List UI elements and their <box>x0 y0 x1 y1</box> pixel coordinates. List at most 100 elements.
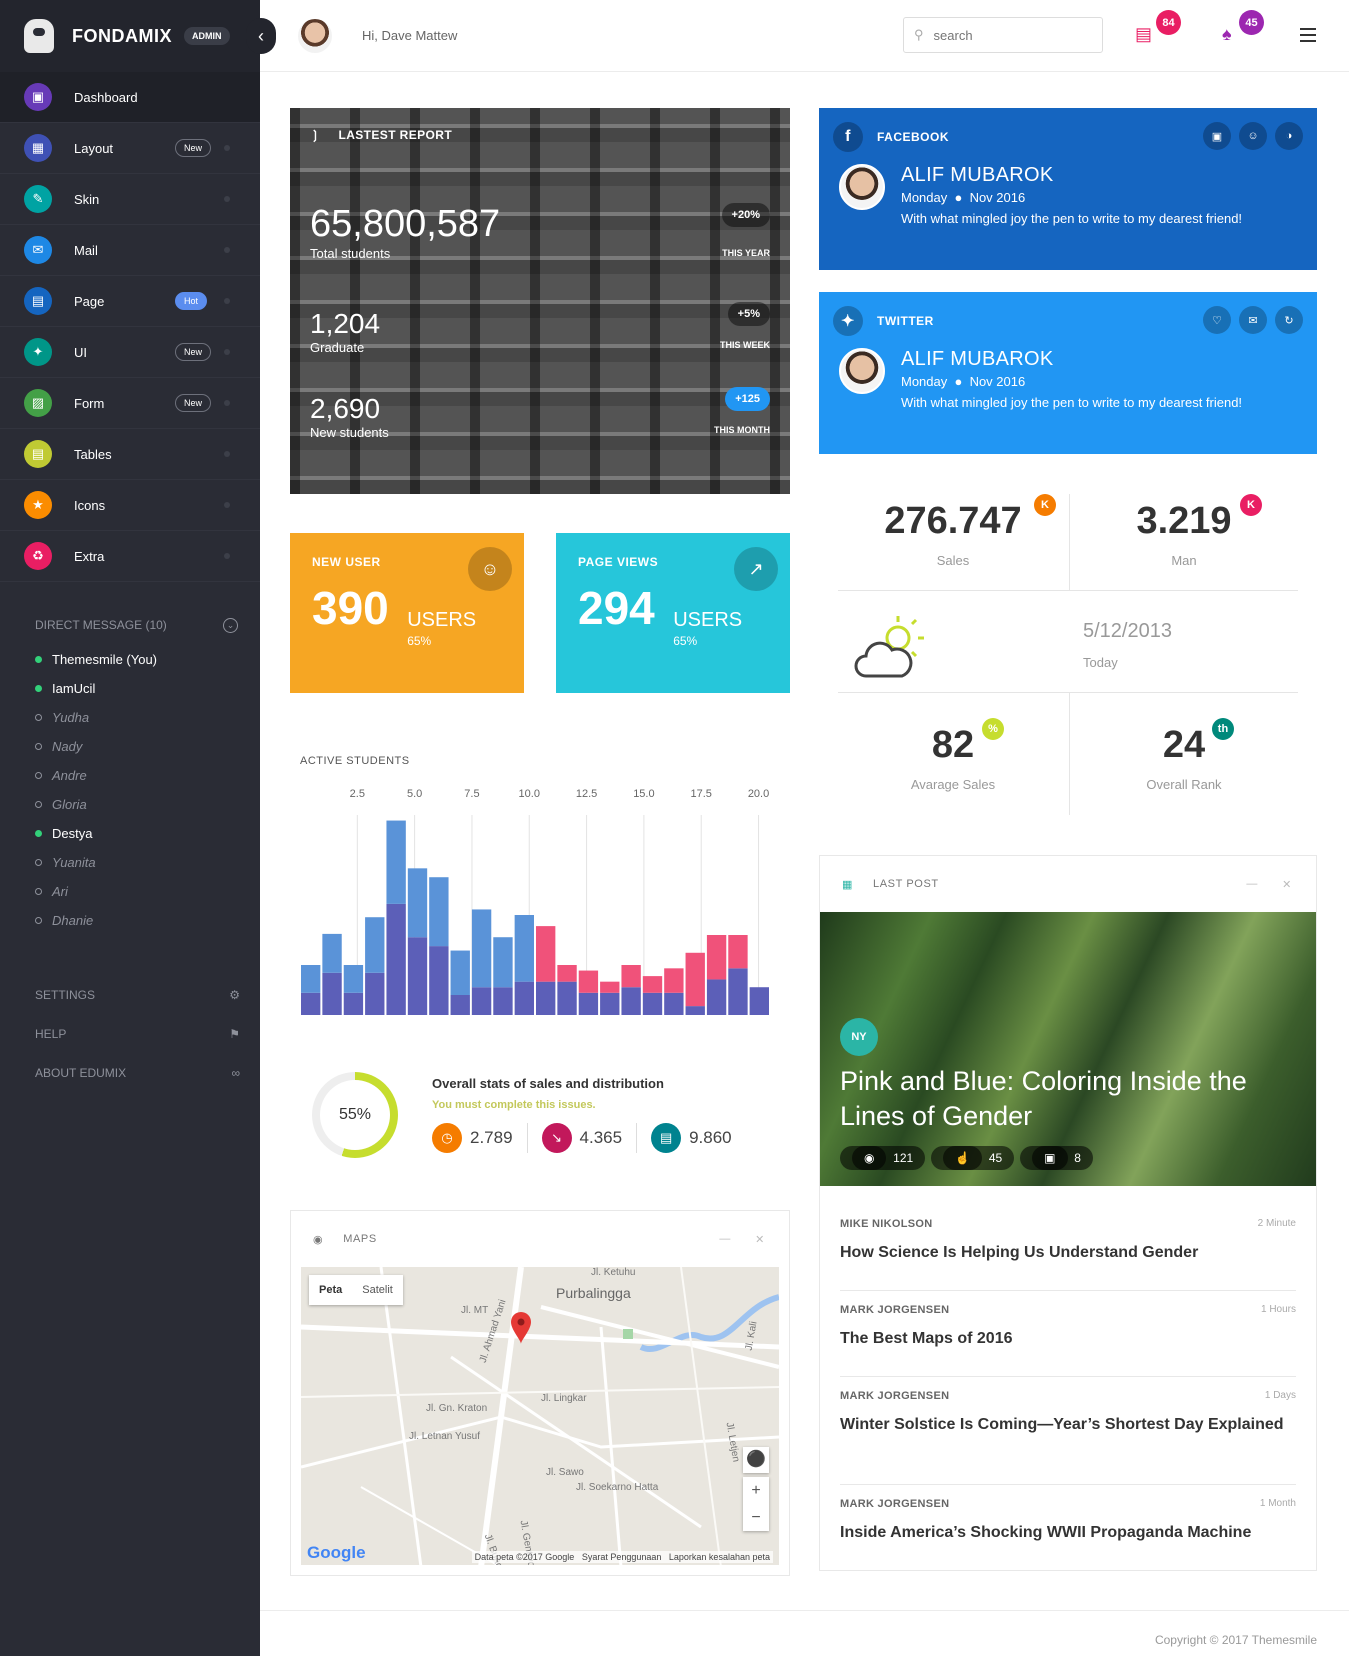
pegman-icon[interactable]: ⚫ <box>743 1447 769 1473</box>
news-title[interactable]: Winter Solstice Is Coming—Year’s Shortes… <box>840 1414 1296 1436</box>
sidebar-item-page[interactable]: ▤ Page Hot <box>0 276 260 327</box>
sidebar-item-layout[interactable]: ▦ Layout New <box>0 123 260 174</box>
search-box[interactable]: ⚲ <box>903 17 1103 53</box>
list-item[interactable]: IamUcil <box>35 674 260 703</box>
chart-bar[interactable] <box>450 995 470 1015</box>
chart-bar[interactable] <box>365 972 385 1015</box>
chart-bar[interactable] <box>301 992 321 1015</box>
sidebar-item-dashboard[interactable]: ▣ Dashboard <box>0 72 260 123</box>
list-item[interactable]: MARK JORGENSEN 1 Month Inside America’s … <box>840 1498 1296 1544</box>
chart-bar[interactable] <box>322 972 342 1015</box>
bell-icon[interactable]: ♠ <box>1222 24 1232 45</box>
menu-toggle-button[interactable] <box>1300 28 1316 46</box>
chart-bar[interactable] <box>343 992 364 1015</box>
chart-bar[interactable] <box>343 965 364 993</box>
chart-bar[interactable] <box>749 987 769 1015</box>
chart-bar[interactable] <box>706 979 727 1015</box>
sidebar-item-form[interactable]: ▨ Form New <box>0 378 260 429</box>
list-item[interactable]: MIKE NIKOLSON 2 Minute How Science Is He… <box>840 1218 1296 1291</box>
chart-bar[interactable] <box>578 970 599 993</box>
globe-icon[interactable]: ◑ <box>1275 122 1303 150</box>
close-icon[interactable]: ✕ <box>1282 878 1292 891</box>
minimize-icon[interactable]: — <box>1246 878 1258 890</box>
chart-bar[interactable] <box>301 965 321 993</box>
chart-bar[interactable] <box>429 946 449 1015</box>
news-title[interactable]: Inside America’s Shocking WWII Propagand… <box>840 1522 1296 1544</box>
chart-bar[interactable] <box>429 877 449 947</box>
list-item[interactable]: Themesmile (You) <box>35 645 260 674</box>
chart-bar[interactable] <box>471 909 492 988</box>
chart-bar[interactable] <box>386 820 406 904</box>
list-item[interactable]: Nady <box>35 732 260 761</box>
retweet-icon[interactable]: ↻ <box>1275 306 1303 334</box>
chart-bar[interactable] <box>642 976 663 993</box>
chart-bar[interactable] <box>557 981 577 1015</box>
list-item[interactable]: Ari <box>35 877 260 906</box>
map-report-link[interactable]: Laporkan kesalahan peta <box>669 1552 770 1562</box>
chart-bar[interactable] <box>600 981 620 993</box>
list-item[interactable]: MARK JORGENSEN 1 Hours The Best Maps of … <box>840 1304 1296 1377</box>
about-link[interactable]: ABOUT EDUMIX ∞ <box>35 1053 240 1092</box>
sidebar-item-tables[interactable]: ▤ Tables <box>0 429 260 480</box>
sidebar-item-mail[interactable]: ✉ Mail <box>0 225 260 276</box>
tab-map[interactable]: Peta <box>309 1275 352 1305</box>
chevron-down-icon[interactable]: ⌄ <box>223 618 238 633</box>
message-icon[interactable]: ▣ <box>1203 122 1231 150</box>
heart-icon[interactable]: ♡ <box>1203 306 1231 334</box>
chart-bar[interactable] <box>706 935 727 980</box>
chart-bar[interactable] <box>728 968 748 1015</box>
sidebar-item-icons[interactable]: ★ Icons <box>0 480 260 531</box>
list-item[interactable]: Destya <box>35 819 260 848</box>
chart-bar[interactable] <box>728 935 748 969</box>
sidebar-item-skin[interactable]: ✎ Skin <box>0 174 260 225</box>
list-item[interactable]: MARK JORGENSEN 1 Days Winter Solstice Is… <box>840 1390 1296 1485</box>
news-title[interactable]: The Best Maps of 2016 <box>840 1328 1296 1350</box>
chart-bar[interactable] <box>621 965 641 988</box>
zoom-in-button[interactable]: + <box>743 1477 769 1504</box>
chart-bar[interactable] <box>578 992 599 1015</box>
list-item[interactable]: Yudha <box>35 703 260 732</box>
chart-bar[interactable] <box>471 987 492 1015</box>
list-item[interactable]: Dhanie <box>35 906 260 935</box>
featured-post[interactable]: NY Pink and Blue: Coloring Inside the Li… <box>820 912 1316 1186</box>
zoom-out-button[interactable]: − <box>743 1504 769 1531</box>
chart-bar[interactable] <box>407 937 428 1015</box>
close-icon[interactable]: ✕ <box>755 1233 765 1246</box>
minimize-icon[interactable]: — <box>719 1233 731 1245</box>
user-icon[interactable]: ☺ <box>1239 122 1267 150</box>
avatar[interactable] <box>839 164 885 210</box>
chart-bar[interactable] <box>493 937 513 988</box>
help-link[interactable]: HELP ⚑ <box>35 1014 240 1053</box>
chart-bar[interactable] <box>664 992 684 1015</box>
document-icon[interactable]: ▤ <box>1135 24 1152 45</box>
chart-bar[interactable] <box>685 952 705 1007</box>
chart-bar[interactable] <box>536 926 556 982</box>
list-item[interactable]: Andre <box>35 761 260 790</box>
search-input[interactable] <box>933 27 1084 43</box>
tab-satellite[interactable]: Satelit <box>352 1275 403 1305</box>
list-item[interactable]: Gloria <box>35 790 260 819</box>
list-item[interactable]: Yuanita <box>35 848 260 877</box>
chart-bar[interactable] <box>557 965 577 982</box>
map-terms-link[interactable]: Syarat Penggunaan <box>582 1552 662 1562</box>
mail-icon[interactable]: ✉ <box>1239 306 1267 334</box>
chart-bar[interactable] <box>322 933 342 973</box>
sidebar-item-extra[interactable]: ♻ Extra <box>0 531 260 582</box>
chart-bar[interactable] <box>365 917 385 973</box>
news-title[interactable]: How Science Is Helping Us Understand Gen… <box>840 1242 1296 1264</box>
avatar[interactable] <box>839 348 885 394</box>
brand[interactable]: FONDAMIX ADMIN <box>0 0 260 72</box>
chart-bar[interactable] <box>493 987 513 1015</box>
settings-link[interactable]: SETTINGS ⚙ <box>35 975 240 1014</box>
featured-headline[interactable]: Pink and Blue: Coloring Inside the Lines… <box>840 1064 1276 1134</box>
map-view[interactable]: Peta Satelit Jl. Ketuhu Purbalingga Jl. … <box>301 1267 779 1565</box>
sidebar-item-ui[interactable]: ✦ UI New <box>0 327 260 378</box>
chart-bar[interactable] <box>685 1006 705 1015</box>
chart-bar[interactable] <box>514 915 534 982</box>
chart-bar[interactable] <box>407 868 428 938</box>
chart-bar[interactable] <box>450 950 470 995</box>
chart-bar[interactable] <box>642 992 663 1015</box>
avatar[interactable] <box>298 18 332 53</box>
chart-bar[interactable] <box>621 987 641 1015</box>
chart-bar[interactable] <box>386 903 406 1015</box>
